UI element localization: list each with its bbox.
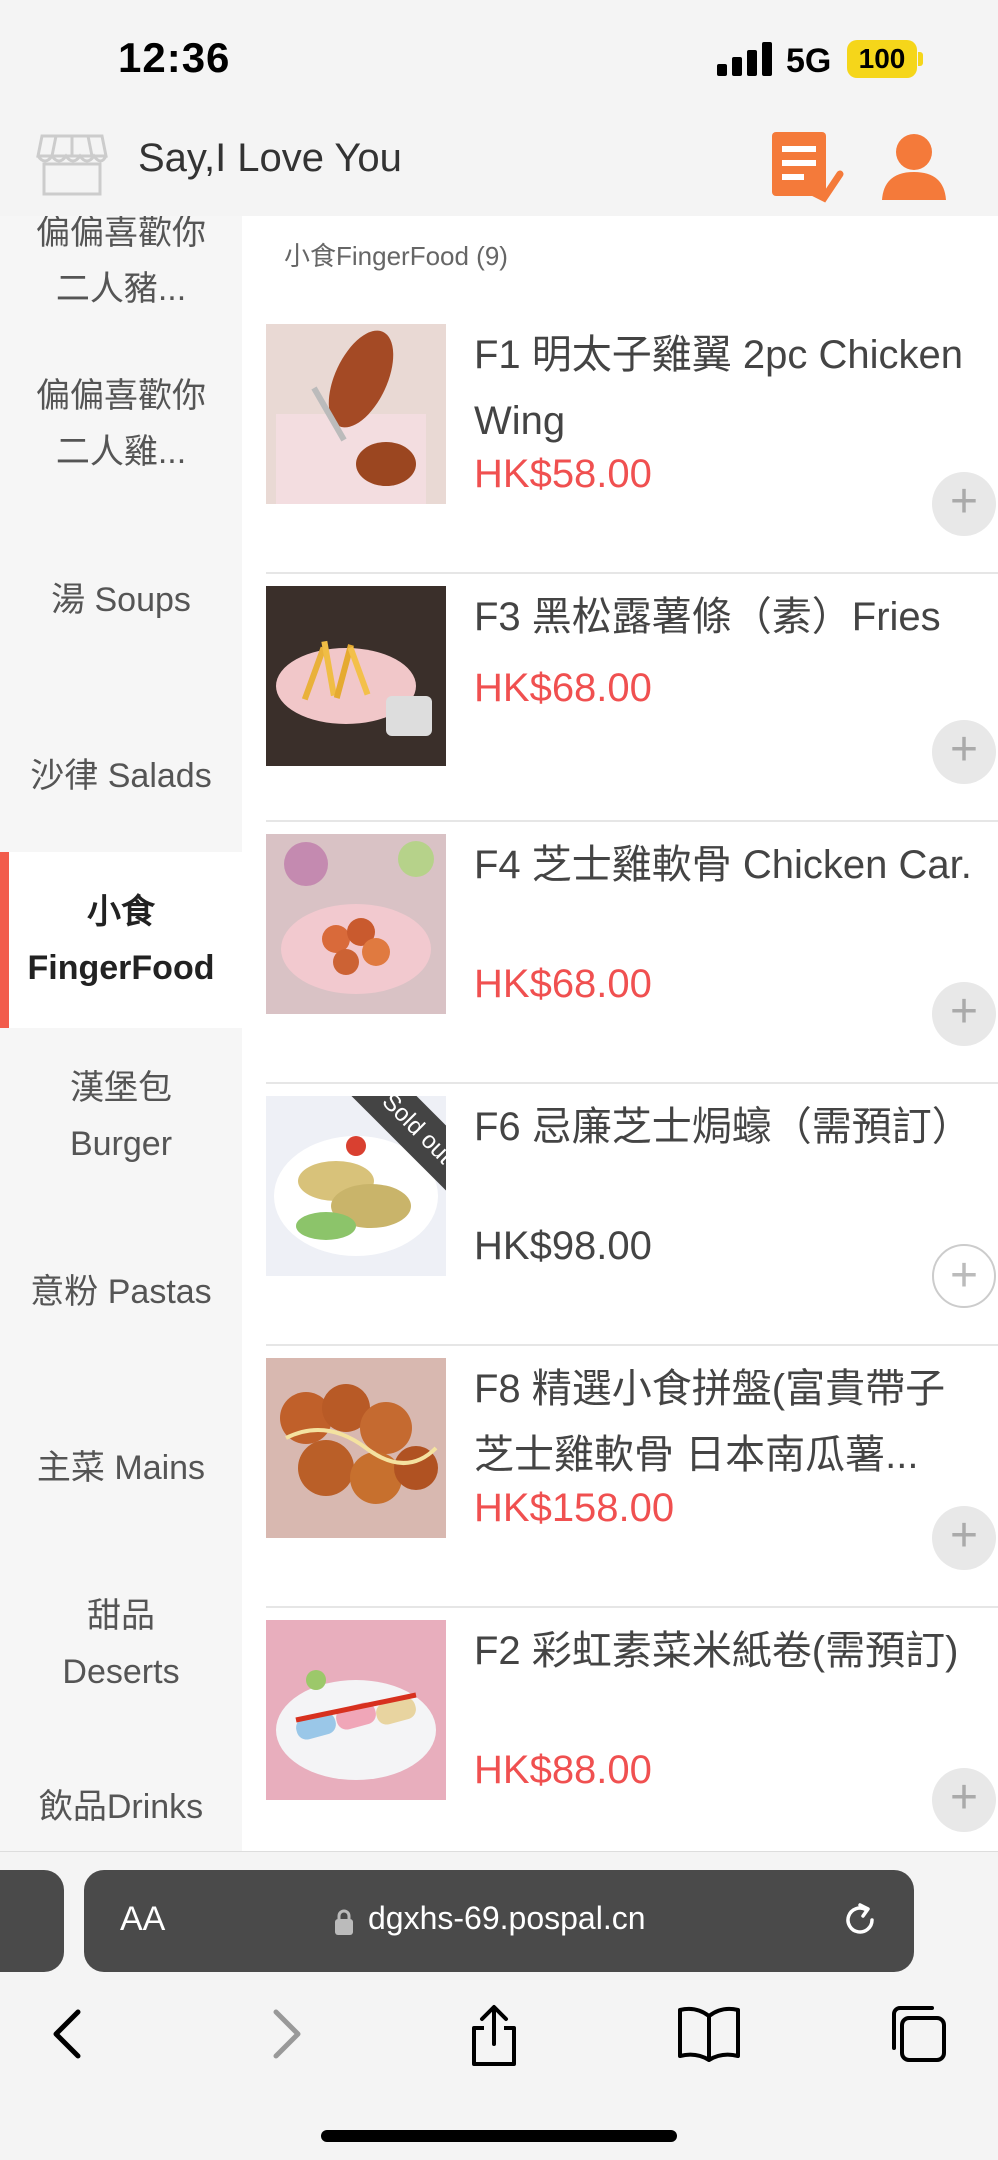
add-to-cart-button[interactable]: + (932, 1506, 996, 1570)
add-to-cart-button[interactable]: + (932, 1244, 996, 1308)
product-name: F4 芝士雞軟骨 Chicken Car. (474, 843, 972, 887)
product-image[interactable]: Sold out (266, 1096, 446, 1276)
sidebar-item-label: 漢堡包 Burger (69, 1069, 173, 1163)
product-card[interactable]: F8 精選小食拼盤(富貴帶子 芝士雞軟骨 日本南瓜薯... HK$158.00 … (266, 1346, 998, 1608)
category-title: 小食FingerFood (9) (284, 241, 508, 271)
status-time: 12:36 (118, 34, 231, 81)
product-price: HK$88.00 (474, 1748, 652, 1792)
sidebar-item-label: 意粉 Pastas (30, 1273, 212, 1311)
network-label: 5G (786, 42, 832, 80)
previous-tab-card[interactable] (0, 1870, 64, 1972)
sidebar-item-fingerfood[interactable]: 小食 FingerFood (0, 852, 242, 1028)
url-text: dgxhs-69.pospal.cn (368, 1900, 646, 1936)
sidebar-item-salads[interactable]: 沙律 Salads (0, 688, 242, 864)
shop-name: Say,I Love You (138, 136, 402, 180)
product-image[interactable] (266, 586, 446, 766)
product-name: F3 黑松露薯條（素）Fries (474, 595, 941, 639)
product-name: F2 彩虹素菜米紙卷(需預訂) (474, 1629, 959, 1673)
order-list-icon[interactable] (768, 128, 844, 204)
sidebar-item-label: 主菜 Mains (36, 1449, 206, 1487)
sidebar-item-chicken-set[interactable]: 偏偏喜歡你 二人雞... (0, 336, 242, 512)
product-name: F6 忌廉芝士焗蠔（需預訂） (474, 1105, 972, 1149)
sidebar-item-deserts[interactable]: 甜品 Deserts (0, 1556, 242, 1732)
product-name: F8 精選小食拼盤(富貴帶子 芝士雞軟骨 日本南瓜薯... (474, 1367, 946, 1477)
home-indicator (321, 2130, 677, 2142)
category-sidebar: 偏偏喜歡你 二人豬... 偏偏喜歡你 二人雞... 湯 Soups 沙律 Sal… (0, 216, 242, 1851)
forward-icon[interactable] (254, 2004, 314, 2064)
battery-tip (918, 52, 923, 66)
product-card[interactable]: F3 黑松露薯條（素）Fries HK$68.00 + (266, 574, 998, 822)
sidebar-item-label: 甜品 Deserts (62, 1597, 180, 1691)
sidebar-item-label: 沙律 Salads (30, 757, 212, 795)
sidebar-item-drinks[interactable]: 飲品Drinks (0, 1732, 242, 1851)
signal-icon (717, 42, 775, 76)
tabs-icon[interactable] (888, 2004, 948, 2064)
lock-icon (335, 1909, 353, 1935)
product-image[interactable] (266, 324, 446, 504)
sidebar-item-pork-set[interactable]: 偏偏喜歡你 二人豬... (0, 216, 242, 336)
product-image[interactable] (266, 1620, 446, 1800)
app-header: Say,I Love You (0, 112, 998, 216)
bookmarks-icon[interactable] (676, 2004, 742, 2064)
share-icon[interactable] (462, 2004, 526, 2068)
add-to-cart-button[interactable]: + (932, 720, 996, 784)
sidebar-item-mains[interactable]: 主菜 Mains (0, 1380, 242, 1556)
product-price: HK$58.00 (474, 452, 652, 496)
sidebar-item-burger[interactable]: 漢堡包 Burger (0, 1028, 242, 1204)
back-icon[interactable] (40, 2004, 100, 2064)
sidebar-item-soups[interactable]: 湯 Soups (0, 512, 242, 688)
sidebar-item-label: 偏偏喜歡你 二人雞... (36, 377, 206, 471)
sidebar-item-pastas[interactable]: 意粉 Pastas (0, 1204, 242, 1380)
product-name: F1 明太子雞翼 2pc Chicken Wing (474, 333, 964, 443)
sidebar-item-label: 小食 FingerFood (27, 893, 215, 987)
product-price: HK$98.00 (474, 1224, 652, 1268)
product-image[interactable] (266, 1358, 446, 1538)
user-icon[interactable] (878, 130, 950, 202)
address-bar[interactable]: AA dgxhs-69.pospal.cn (84, 1870, 914, 1972)
product-price: HK$68.00 (474, 962, 652, 1006)
product-price: HK$68.00 (474, 666, 652, 710)
sidebar-item-label: 湯 Soups (51, 581, 191, 619)
product-list: 小食FingerFood (9) F1 明太子雞翼 2pc Chicken Wi… (242, 216, 998, 1851)
browser-toolbar: AA dgxhs-69.pospal.cn (0, 1851, 998, 2160)
status-bar: 12:36 5G 100 (0, 0, 998, 112)
store-icon[interactable] (36, 132, 108, 198)
add-to-cart-button[interactable]: + (932, 472, 996, 536)
product-card[interactable]: F2 彩虹素菜米紙卷(需預訂) HK$88.00 + (266, 1608, 998, 1851)
add-to-cart-button[interactable]: + (932, 1768, 996, 1832)
battery-icon: 100 (847, 40, 917, 78)
sidebar-item-label: 偏偏喜歡你 二人豬... (36, 216, 206, 308)
product-card[interactable]: F4 芝士雞軟骨 Chicken Car. HK$68.00 + (266, 822, 998, 1084)
product-card[interactable]: F1 明太子雞翼 2pc Chicken Wing HK$58.00 + (266, 312, 998, 574)
sidebar-item-label: 飲品Drinks (38, 1788, 204, 1826)
add-to-cart-button[interactable]: + (932, 982, 996, 1046)
product-card[interactable]: Sold out F6 忌廉芝士焗蠔（需預訂） HK$98.00 + (266, 1084, 998, 1346)
reload-icon[interactable] (840, 1900, 880, 1940)
product-image[interactable] (266, 834, 446, 1014)
app-root: 12:36 5G 100 Say,I Love You 偏偏喜歡你 二人豬...… (0, 0, 998, 2160)
product-price: HK$158.00 (474, 1486, 675, 1530)
text-size-button[interactable]: AA (120, 1900, 165, 1939)
